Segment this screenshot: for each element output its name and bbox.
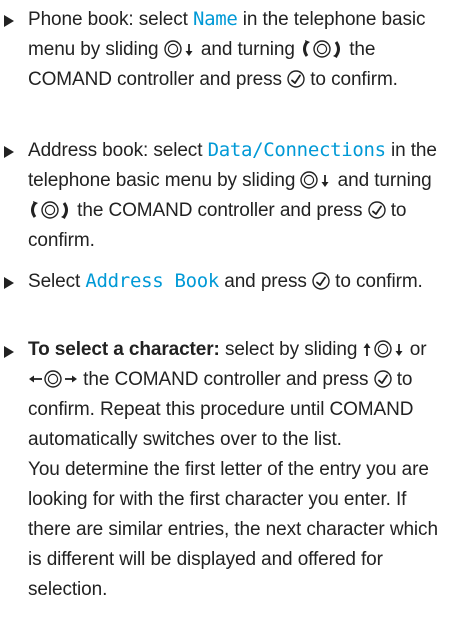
instruction-text: the COMAND controller and press (78, 369, 374, 390)
manual-page: Phone book: select Name in the telephone… (0, 0, 459, 619)
bullet-triangle-icon (4, 346, 14, 358)
instruction-text: and turning (332, 170, 432, 191)
step-heading: To select a character: (28, 339, 220, 360)
controller-slide-up-down-icon (362, 340, 405, 358)
list-item-select-character: To select a character: select by sliding… (0, 335, 459, 605)
controller-press-icon (312, 272, 330, 290)
instruction-text: the COMAND controller and press (72, 200, 368, 221)
instruction-text: and turning (195, 39, 301, 60)
controller-press-icon (373, 370, 392, 388)
list-item-address-book: Address book: select Data/Connections in… (0, 135, 459, 256)
controller-slide-left-right-icon (28, 370, 78, 388)
bullet-triangle-icon (4, 15, 14, 27)
controller-press-icon (287, 70, 305, 88)
instruction-text: and press (219, 271, 312, 292)
instruction-text: select by sliding (219, 339, 363, 360)
explanation-paragraph: You determine the first letter of the en… (28, 459, 438, 600)
list-item-select-address-book: Select Address Book and press to confirm… (0, 266, 459, 297)
instruction-text: to confirm. (305, 69, 398, 90)
bullet-triangle-icon (4, 146, 14, 158)
list-item-phone-book: Phone book: select Name in the telephone… (0, 4, 459, 95)
controller-slide-down-icon (164, 40, 196, 58)
controller-turn-icon (300, 40, 344, 58)
instruction-text: to confirm. (329, 271, 423, 292)
controller-turn-icon (28, 201, 72, 219)
display-menu-address-book: Address Book (85, 270, 220, 292)
display-menu-data-connections: Data/Connections (207, 139, 387, 161)
instruction-text: or (404, 339, 427, 360)
display-menu-name: Name (193, 8, 238, 30)
bullet-triangle-icon (4, 277, 14, 289)
instruction-text: Address book: select (28, 140, 208, 161)
controller-press-icon (367, 201, 386, 219)
controller-slide-down-icon (300, 171, 332, 189)
instruction-text: Phone book: select (28, 9, 193, 30)
instruction-text: Select (28, 271, 86, 292)
